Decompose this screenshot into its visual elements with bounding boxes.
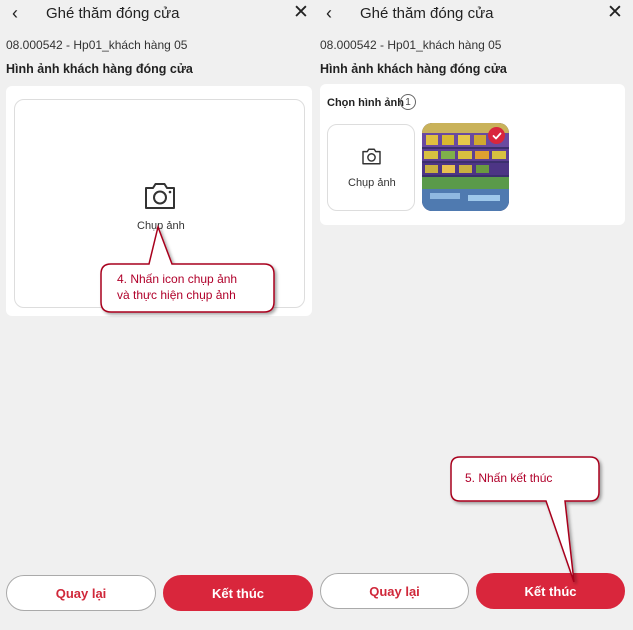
callout-overlay [100,224,600,583]
callout-step4-line1: 4. Nhấn icon chụp ảnh [117,272,238,286]
callout-step4-line2: và thực hiện chụp ảnh [117,288,236,302]
callout-step5-text: 5. Nhấn kết thúc [465,471,553,485]
callout-step4-text: 4. Nhấn icon chụp ảnh và thực hiện chụp … [117,271,237,303]
